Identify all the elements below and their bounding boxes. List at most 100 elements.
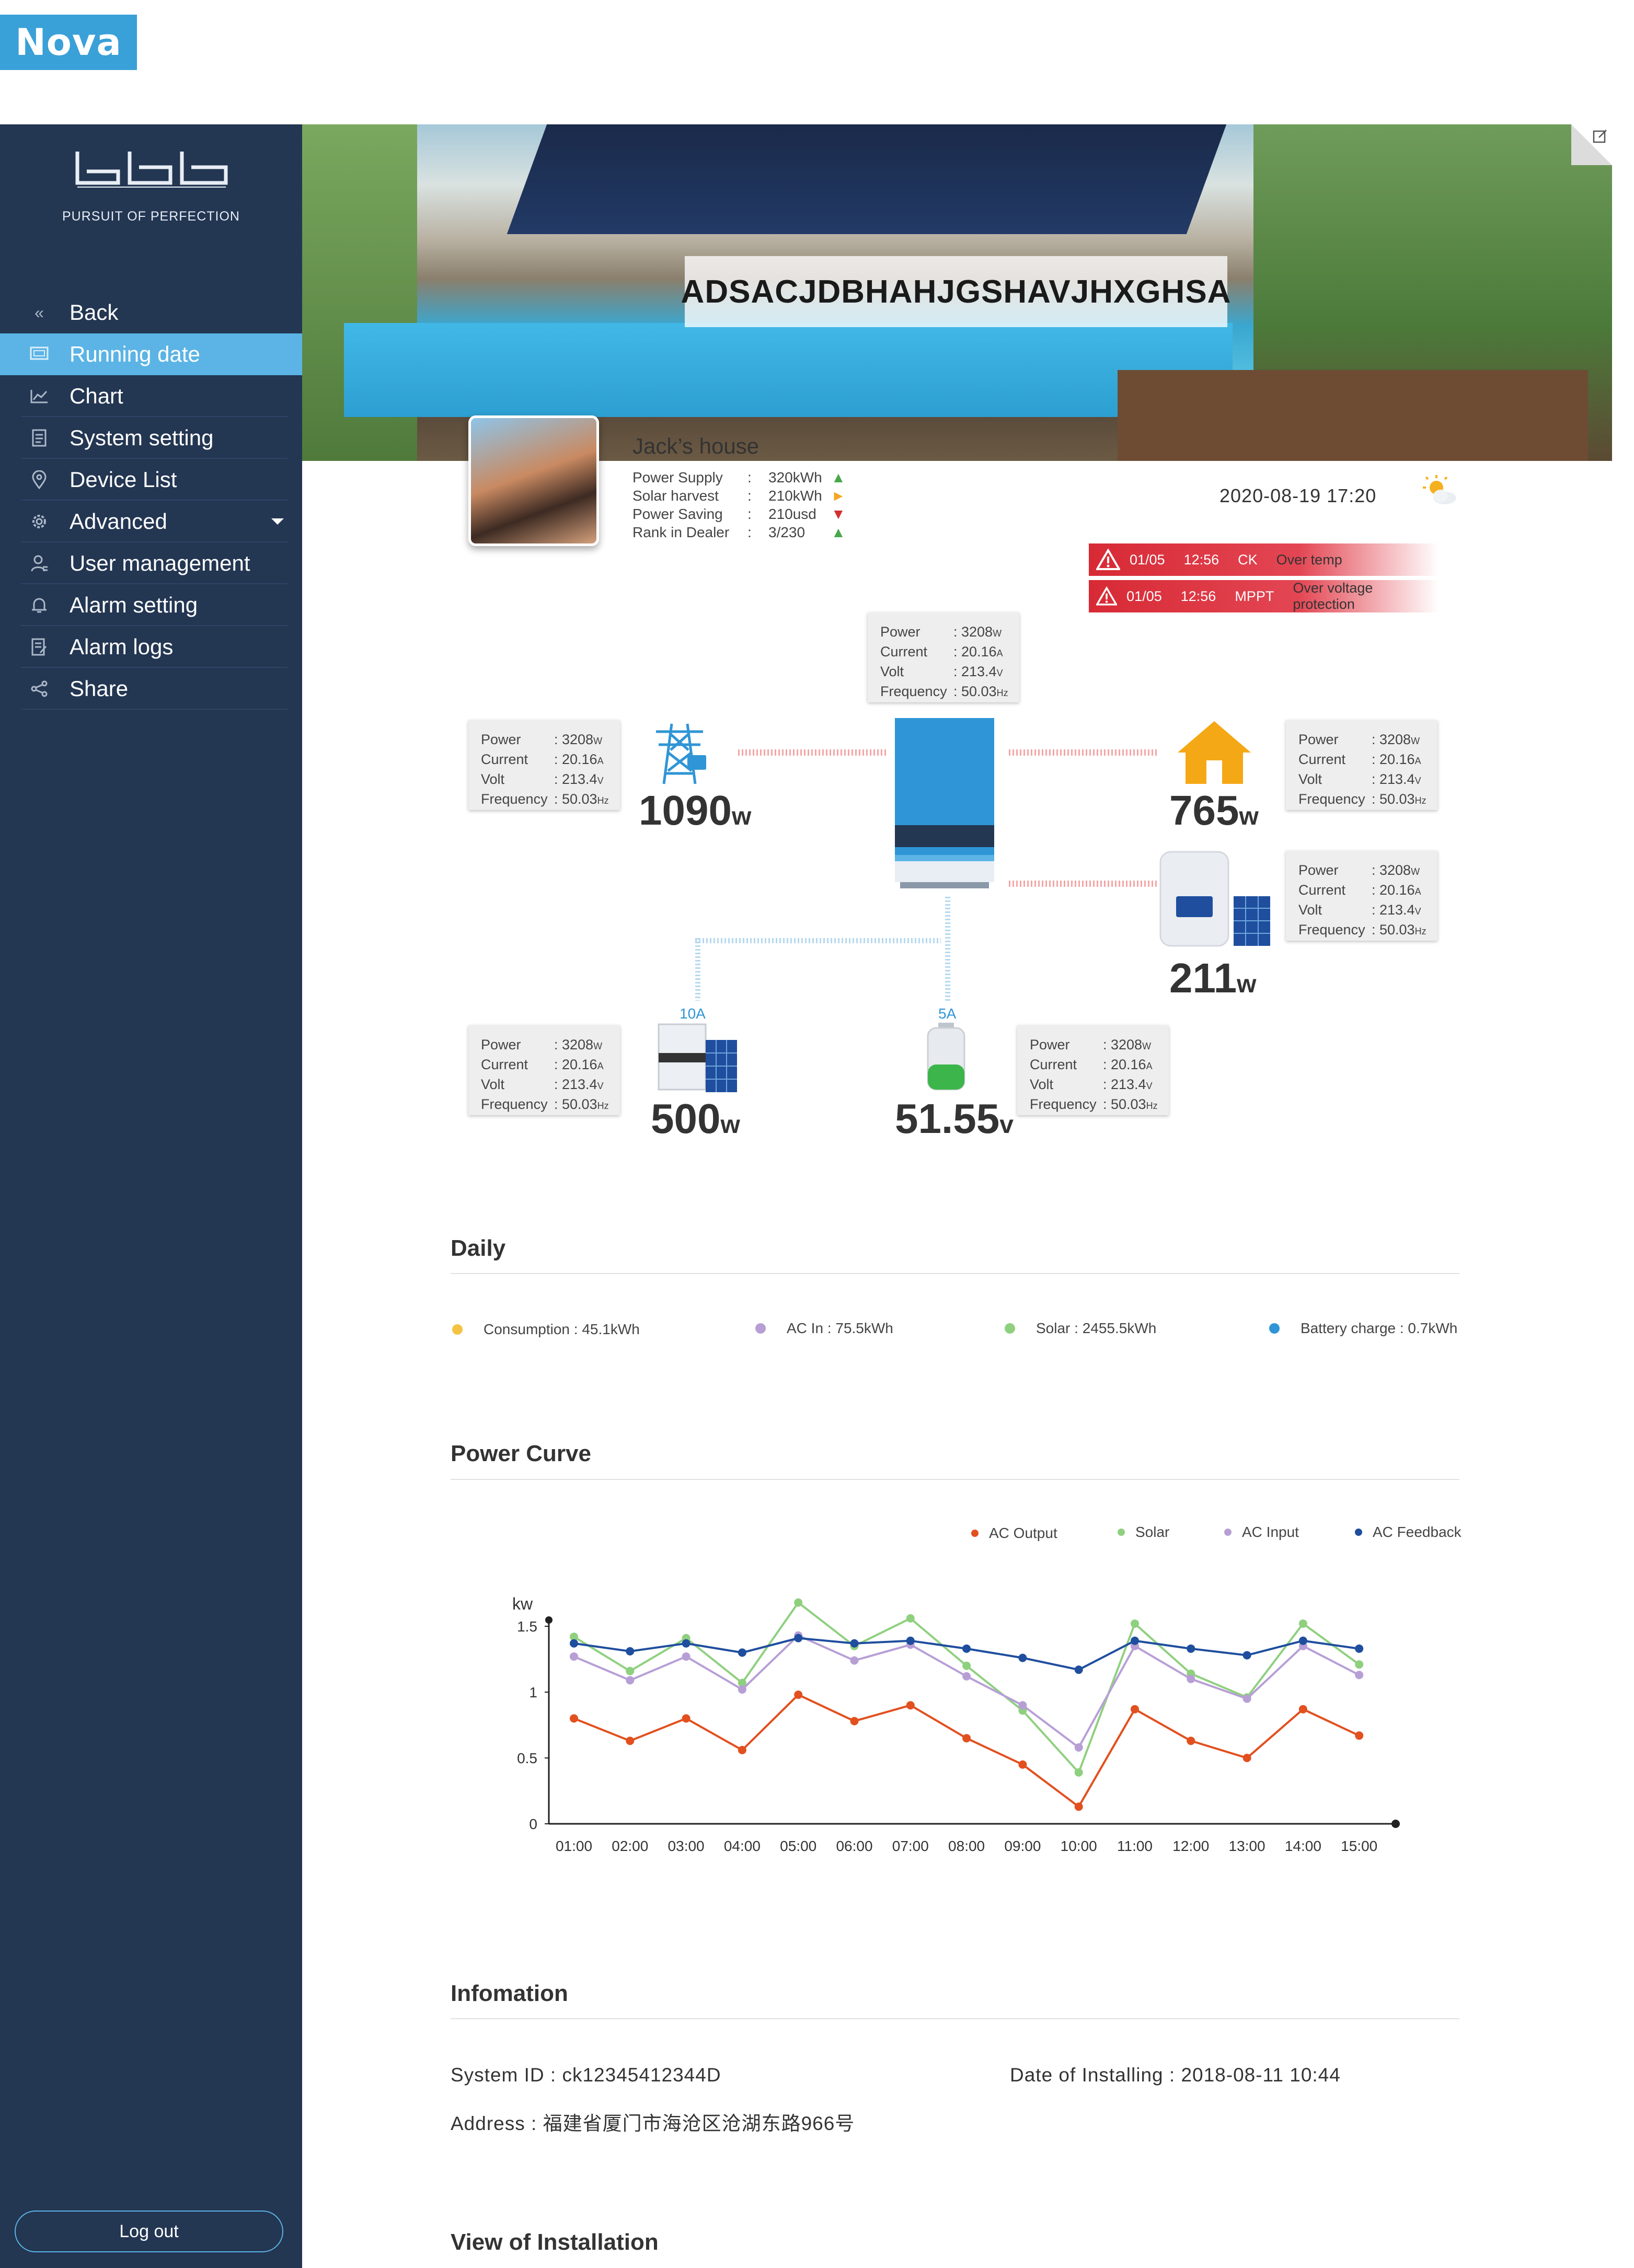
alarm-banner[interactable]: 01/05 12:56 MPPT Over voltage protection — [1089, 580, 1439, 612]
legend-dot — [755, 1323, 766, 1334]
line-chart-icon — [29, 386, 50, 407]
data-point — [794, 1598, 803, 1607]
data-point — [794, 1634, 803, 1642]
arrow-down-icon: ▼ — [831, 506, 846, 522]
y-tick-label: 0 — [529, 1816, 537, 1832]
flow-line-home — [1009, 749, 1158, 756]
legend-ac-input: AC Input — [1224, 1524, 1299, 1541]
x-tick-label: 09:00 — [1004, 1838, 1041, 1854]
legend-ac-feedback: AC Feedback — [1355, 1524, 1462, 1541]
info-box-battery: Power: 3208W Current: 20.16A Volt: 213.4… — [1017, 1025, 1169, 1115]
datetime: 2020-08-19 17:20 — [1219, 485, 1377, 506]
flow-line-pv — [1009, 881, 1158, 887]
series-line-ac-output — [573, 1693, 1360, 1809]
x-tick-label: 01:00 — [556, 1838, 592, 1854]
legend-dot — [1005, 1323, 1015, 1334]
bell-icon — [29, 595, 50, 616]
nav-label: System setting — [70, 425, 214, 450]
data-point — [570, 1714, 578, 1723]
nav-label: Alarm setting — [70, 593, 198, 617]
nav-chart[interactable]: Chart — [0, 375, 302, 417]
inverter-device-icon — [895, 718, 994, 888]
grid-tower-icon — [656, 723, 706, 784]
data-point — [962, 1661, 971, 1670]
flow-line-battery — [945, 897, 950, 1001]
nav-label: User management — [70, 551, 250, 575]
stat-power-saving: Power Saving:210usd ▼ — [632, 506, 846, 522]
data-point — [1187, 1644, 1195, 1653]
house-name: Jack’s house — [632, 434, 760, 458]
nav-alarm-setting[interactable]: Alarm setting — [0, 584, 302, 626]
arrow-right-icon: ► — [831, 488, 846, 504]
divider — [451, 2018, 1459, 2019]
edit-icon[interactable] — [1592, 129, 1608, 144]
data-point — [1074, 1802, 1083, 1811]
solar-current-label: 10A — [680, 1005, 706, 1022]
stat-rank-in-dealer: Rank in Dealer:3/230 ▲ — [632, 524, 846, 540]
avatar — [468, 415, 599, 546]
data-point — [1242, 1651, 1251, 1660]
chevrons-left-icon: « — [34, 303, 44, 322]
battery-icon — [927, 1023, 965, 1091]
data-point — [1355, 1671, 1364, 1680]
nav-label: Back — [70, 300, 119, 325]
data-point — [626, 1647, 635, 1656]
data-point — [626, 1676, 635, 1685]
nav-user-management[interactable]: User management — [0, 542, 302, 584]
company-logo-icon — [75, 152, 228, 188]
share-icon — [29, 678, 50, 699]
data-point — [626, 1667, 635, 1675]
power-curve-chart: kw 0 0.5 1 1.5 01:00 02:00 03:00 04:00 05:00 06:00… — [512, 1594, 1400, 1854]
x-tick-label: 08:00 — [948, 1838, 985, 1854]
data-point — [738, 1745, 746, 1754]
company-tagline: PURSUIT OF PERFECTION — [62, 209, 240, 224]
nav-label: Alarm logs — [70, 634, 174, 659]
data-point — [850, 1656, 859, 1665]
nav-device-list[interactable]: Device List — [0, 459, 302, 501]
x-tick-label: 03:00 — [668, 1838, 705, 1854]
nav-system-setting[interactable]: System setting — [0, 417, 302, 459]
daily-consumption: Consumption : 45.1kWh — [452, 1321, 640, 1338]
nav-advanced[interactable]: Advanced — [0, 501, 302, 542]
nav-alarm-logs[interactable]: Alarm logs — [0, 626, 302, 668]
data-point — [1355, 1660, 1364, 1669]
solar-panel-icon — [658, 1023, 737, 1092]
data-point — [962, 1644, 971, 1653]
alarm-banner[interactable]: 01/05 12:56 CK Over temp — [1089, 543, 1439, 576]
legend-ac-output: AC Output — [971, 1525, 1057, 1542]
data-point — [1018, 1653, 1027, 1662]
divider — [451, 1273, 1459, 1274]
daily-solar: Solar : 2455.5kWh — [1005, 1320, 1156, 1337]
data-point — [1298, 1636, 1307, 1645]
nav-share[interactable]: Share — [0, 668, 302, 710]
location-pin-icon — [29, 469, 50, 490]
warning-icon — [1096, 586, 1118, 606]
logout-button[interactable]: Log out — [15, 2211, 283, 2252]
x-tick-label: 15:00 — [1341, 1838, 1377, 1854]
nav-back[interactable]: « Back — [0, 292, 302, 333]
data-point — [682, 1639, 691, 1648]
data-point — [682, 1714, 691, 1723]
arrow-up-icon: ▲ — [831, 524, 846, 540]
daily-ac-in: AC In : 75.5kWh — [755, 1320, 893, 1337]
solar-power-value: 500w — [651, 1095, 740, 1142]
data-point — [962, 1672, 971, 1681]
brand-logo: Nova — [0, 15, 137, 70]
data-point — [1074, 1665, 1083, 1674]
data-point — [1242, 1754, 1251, 1762]
flow-line-grid — [738, 749, 887, 756]
data-point — [1298, 1619, 1307, 1628]
info-box-solar: Power: 3208W Current: 20.16A Volt: 213.4… — [468, 1025, 620, 1115]
y-axis-label: kw — [512, 1594, 533, 1613]
nav-label: Share — [70, 676, 129, 701]
warning-icon — [1096, 549, 1120, 570]
axis-end-dot — [545, 1616, 553, 1624]
daily-section-title: Daily — [451, 1235, 506, 1261]
stat-solar-harvest: Solar harvest:210kWh ► — [632, 488, 846, 504]
x-tick-label: 10:00 — [1061, 1838, 1097, 1854]
data-point — [1131, 1636, 1139, 1645]
legend-solar: Solar — [1118, 1524, 1169, 1541]
data-point — [1298, 1705, 1307, 1714]
nav-running-date[interactable]: Running date — [0, 333, 302, 375]
user-icon — [29, 553, 50, 574]
